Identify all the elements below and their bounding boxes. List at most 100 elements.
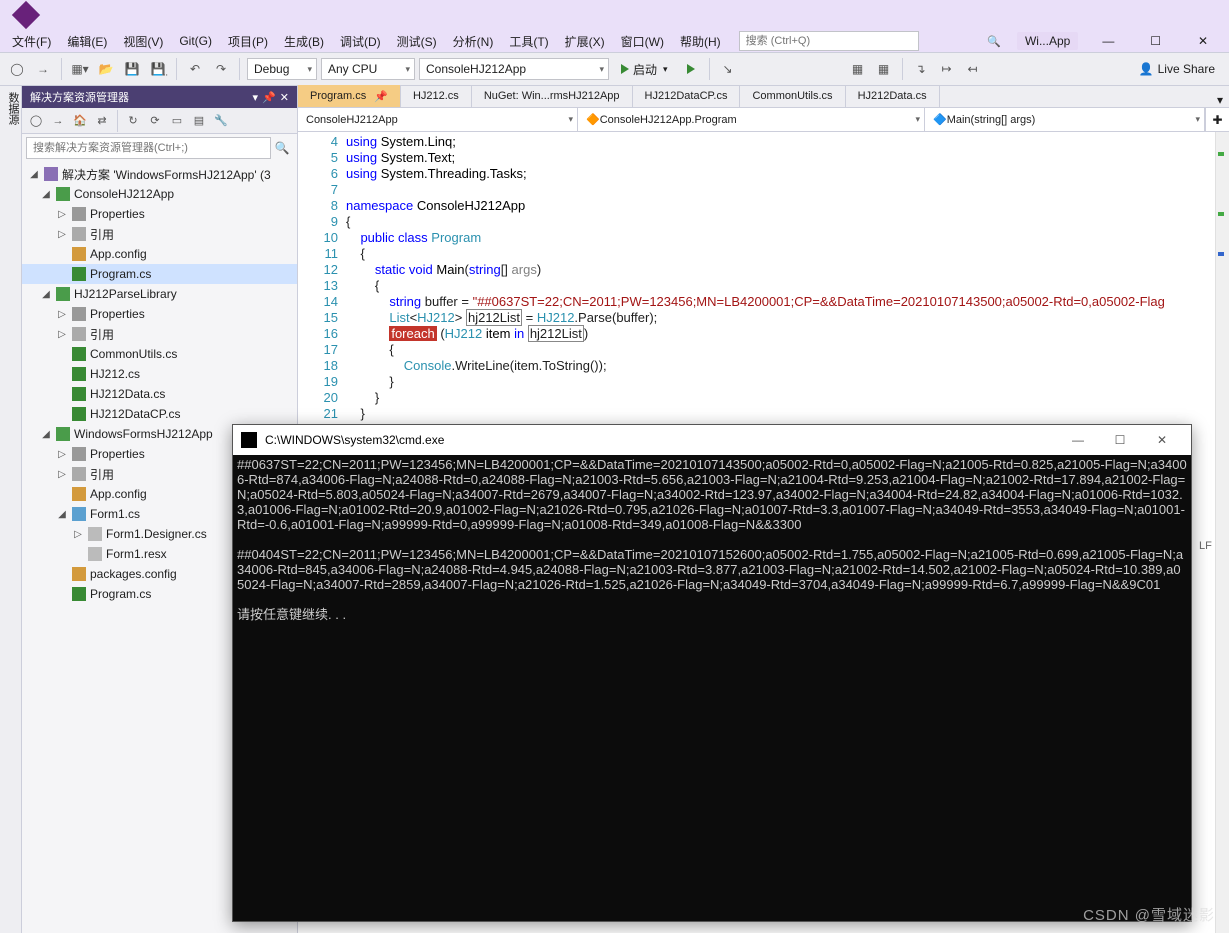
tree-item[interactable]: ▷Properties xyxy=(22,204,297,224)
new-project-button[interactable]: ▦▾ xyxy=(69,58,91,80)
se-collapse-button[interactable]: ▭ xyxy=(167,111,187,131)
step-button[interactable]: ↘ xyxy=(717,58,739,80)
open-button[interactable]: 📂 xyxy=(95,58,117,80)
cmd-close-button[interactable]: ✕ xyxy=(1141,425,1183,455)
pin-icon[interactable]: 📌 xyxy=(262,91,276,104)
config-select[interactable]: Debug xyxy=(247,58,317,80)
console-output[interactable]: ##0637ST=22;CN=2011;PW=123456;MN=LB42000… xyxy=(233,455,1191,921)
tab-commonutils-cs[interactable]: CommonUtils.cs xyxy=(740,85,845,107)
panel-close-icon[interactable]: ✕ xyxy=(280,91,289,104)
solution-search-input[interactable] xyxy=(26,137,271,159)
tree-item[interactable]: HJ212.cs xyxy=(22,364,297,384)
quicklaunch-input[interactable] xyxy=(739,31,919,51)
solution-root[interactable]: ◢ 解决方案 'WindowsFormsHJ212App' (3 xyxy=(22,164,297,184)
tree-item[interactable]: CommonUtils.cs xyxy=(22,344,297,364)
tb-misc1[interactable]: ▦ xyxy=(847,58,869,80)
menu-debug[interactable]: 调试(D) xyxy=(332,31,389,52)
cmd-maximize-button[interactable]: ☐ xyxy=(1099,425,1141,455)
menu-file[interactable]: 文件(F) xyxy=(4,31,59,52)
tabs-overflow-button[interactable]: ▾ xyxy=(1211,93,1229,107)
tab-preview-icon[interactable]: 📌 xyxy=(374,90,388,103)
console-window[interactable]: C:\WINDOWS\system32\cmd.exe — ☐ ✕ ##0637… xyxy=(232,424,1192,922)
split-editor-button[interactable]: ✚ xyxy=(1205,108,1229,131)
nav-member-combo[interactable]: 🔷 Main(string[] args) xyxy=(925,108,1205,131)
se-sync-button[interactable]: ⟳ xyxy=(145,111,165,131)
search-icon[interactable]: 🔍 xyxy=(271,141,293,155)
undo-button[interactable]: ↶ xyxy=(184,58,206,80)
se-properties-button[interactable]: 🔧 xyxy=(211,111,231,131)
cfg-icon xyxy=(72,247,86,261)
tree-item[interactable]: App.config xyxy=(22,244,297,264)
close-button[interactable]: ✕ xyxy=(1181,31,1225,51)
menu-window[interactable]: 窗口(W) xyxy=(613,31,672,52)
tree-label: HJ212Data.cs xyxy=(90,387,165,401)
tree-label: Properties xyxy=(90,307,145,321)
liveshare-button[interactable]: 👤Live Share xyxy=(1131,62,1223,76)
tb-misc5[interactable]: ↤ xyxy=(962,58,984,80)
cmd-minimize-button[interactable]: — xyxy=(1057,425,1099,455)
se-back-button[interactable]: ◯ xyxy=(26,111,46,131)
tab-hj212data-cs[interactable]: HJ212Data.cs xyxy=(846,85,940,107)
save-button[interactable]: 💾 xyxy=(121,58,143,80)
tree-label: HJ212DataCP.cs xyxy=(90,407,181,421)
tree-item[interactable]: ▷引用 xyxy=(22,324,297,344)
menu-edit[interactable]: 编辑(E) xyxy=(59,31,115,52)
menu-git[interactable]: Git(G) xyxy=(171,32,220,50)
menu-help[interactable]: 帮助(H) xyxy=(672,31,729,52)
tree-item[interactable]: ◢ConsoleHJ212App xyxy=(22,184,297,204)
minimize-button[interactable]: — xyxy=(1086,31,1130,51)
tb-misc2[interactable]: ▦ xyxy=(873,58,895,80)
tree-item[interactable]: ▷Properties xyxy=(22,304,297,324)
tab-hj212-cs[interactable]: HJ212.cs xyxy=(401,85,472,107)
menu-extensions[interactable]: 扩展(X) xyxy=(557,31,613,52)
se-showall-button[interactable]: ▤ xyxy=(189,111,209,131)
tree-label: App.config xyxy=(90,487,147,501)
menu-test[interactable]: 测试(S) xyxy=(389,31,445,52)
overview-ruler[interactable] xyxy=(1215,132,1229,933)
form-icon xyxy=(72,507,86,521)
tab-hj212datacp-cs[interactable]: HJ212DataCP.cs xyxy=(633,85,741,107)
panel-header: 解决方案资源管理器 ▾ 📌 ✕ xyxy=(22,86,297,108)
nav-project-combo[interactable]: ConsoleHJ212App xyxy=(298,108,578,131)
tree-label: ConsoleHJ212App xyxy=(74,187,174,201)
tb-misc3[interactable]: ↴ xyxy=(910,58,932,80)
se-switch-button[interactable]: ⇄ xyxy=(92,111,112,131)
menu-build[interactable]: 生成(B) xyxy=(276,31,332,52)
tree-label: HJ212ParseLibrary xyxy=(74,287,177,301)
cmd-icon xyxy=(241,432,257,448)
cs-icon xyxy=(72,347,86,361)
console-titlebar[interactable]: C:\WINDOWS\system32\cmd.exe — ☐ ✕ xyxy=(233,425,1191,455)
redo-button[interactable]: ↷ xyxy=(210,58,232,80)
se-fwd-button[interactable]: → xyxy=(48,111,68,131)
document-tabs: Program.cs📌 HJ212.cs NuGet: Win...rmsHJ2… xyxy=(298,86,1229,108)
tree-item[interactable]: ◢HJ212ParseLibrary xyxy=(22,284,297,304)
menu-analyze[interactable]: 分析(N) xyxy=(445,31,502,52)
nav-fwd-button[interactable]: → xyxy=(32,58,54,80)
tree-item[interactable]: Program.cs xyxy=(22,264,297,284)
nav-back-button[interactable]: ◯ xyxy=(6,58,28,80)
nav-class-combo[interactable]: 🔶 ConsoleHJ212App.Program xyxy=(578,108,925,131)
side-tab-datasources[interactable]: 数据源 xyxy=(0,86,22,933)
tree-item[interactable]: ▷引用 xyxy=(22,224,297,244)
tree-item[interactable]: HJ212Data.cs xyxy=(22,384,297,404)
proj-icon xyxy=(56,427,70,441)
panel-dropdown-icon[interactable]: ▾ xyxy=(253,91,259,104)
tab-nuget[interactable]: NuGet: Win...rmsHJ212App xyxy=(472,85,633,107)
save-all-button[interactable]: 💾̤ xyxy=(147,58,169,80)
tree-item[interactable]: HJ212DataCP.cs xyxy=(22,404,297,424)
solution-name-label: Wi...App xyxy=(1017,32,1078,50)
se-home-button[interactable]: 🏠 xyxy=(70,111,90,131)
maximize-button[interactable]: ☐ xyxy=(1134,31,1178,51)
start-debug-button[interactable]: 启动▾ xyxy=(613,57,676,81)
platform-select[interactable]: Any CPU xyxy=(321,58,415,80)
menu-project[interactable]: 项目(P) xyxy=(220,31,276,52)
startup-project-select[interactable]: ConsoleHJ212App xyxy=(419,58,609,80)
tab-program-cs[interactable]: Program.cs📌 xyxy=(298,85,401,107)
tree-label: WindowsFormsHJ212App xyxy=(74,427,213,441)
start-nodebug-button[interactable] xyxy=(680,58,702,80)
cfg-icon xyxy=(72,567,86,581)
tb-misc4[interactable]: ↦ xyxy=(936,58,958,80)
menu-tools[interactable]: 工具(T) xyxy=(501,31,556,52)
menu-view[interactable]: 视图(V) xyxy=(115,31,171,52)
se-refresh-button[interactable]: ↻ xyxy=(123,111,143,131)
